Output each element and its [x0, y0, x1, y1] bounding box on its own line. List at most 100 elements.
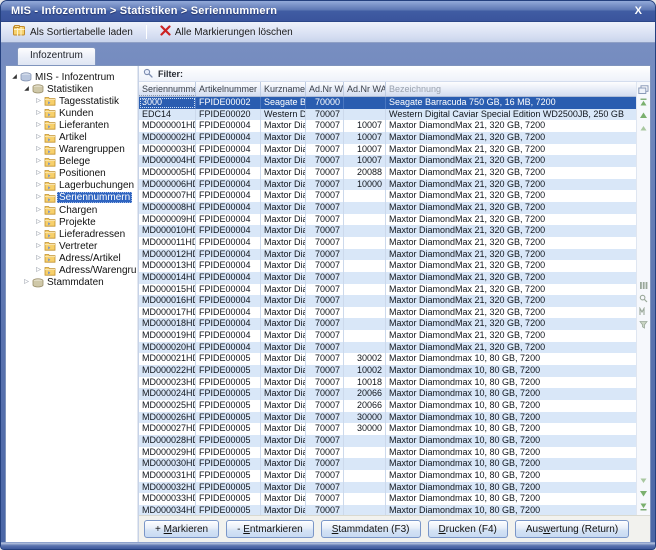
- collapse-icon[interactable]: ◢: [22, 85, 31, 94]
- tree-item-lieferadressen[interactable]: ▷Lieferadressen: [8, 228, 137, 240]
- mark-rows-icon[interactable]: [638, 306, 649, 317]
- footer-button-markieren[interactable]: + Markieren: [144, 520, 219, 538]
- tree-item-stammdaten[interactable]: ▷Stammdaten: [8, 277, 137, 289]
- table-row[interactable]: MD000032HDFPIDE00005Maxtor Dia70007Maxto…: [139, 482, 636, 494]
- expand-icon[interactable]: ▷: [34, 133, 43, 142]
- filter-bar[interactable]: Filter:: [139, 66, 650, 82]
- table-row[interactable]: MD000020HDFPIDE00004Maxtor Dia70007Maxto…: [139, 342, 636, 354]
- scroll-up-icon[interactable]: [638, 110, 649, 121]
- expand-icon[interactable]: ▷: [34, 206, 43, 215]
- table-row[interactable]: MD000019HDFPIDE00004Maxtor Dia70007Maxto…: [139, 330, 636, 342]
- tree-item-warengruppen[interactable]: ▷Warengruppen: [8, 144, 137, 156]
- expand-icon[interactable]: ▷: [34, 218, 43, 227]
- table-row[interactable]: MD000017HDFPIDE00004Maxtor Dia70007Maxto…: [139, 307, 636, 319]
- table-row[interactable]: MD000029HDFPIDE00005Maxtor Dia70007Maxto…: [139, 447, 636, 459]
- table-row[interactable]: MD000028HDFPIDE00005Maxtor Dia70007Maxto…: [139, 435, 636, 447]
- table-row[interactable]: MD000018HDFPIDE00004Maxtor Dia70007Maxto…: [139, 318, 636, 330]
- expand-icon[interactable]: ▷: [34, 254, 43, 263]
- table-row[interactable]: MD000025HDFPIDE00005Maxtor Dia7000720066…: [139, 400, 636, 412]
- tree-item-positionen[interactable]: ▷Positionen: [8, 168, 137, 180]
- load-sort-table-button[interactable]: Als Sortiertabelle laden: [7, 23, 139, 41]
- table-row[interactable]: MD000027HDFPIDE00005Maxtor Dia7000730000…: [139, 423, 636, 435]
- tree-item-seriennummern[interactable]: ▷Seriennummern: [8, 192, 137, 204]
- expand-icon[interactable]: ▷: [34, 242, 43, 251]
- table-row[interactable]: MD000021HDFPIDE00005Maxtor Dia7000730002…: [139, 353, 636, 365]
- tree-item-lieferanten[interactable]: ▷Lieferanten: [8, 119, 137, 131]
- scroll-to-top-icon[interactable]: [638, 97, 649, 108]
- table-row[interactable]: MD000011HDFPIDE00004Maxtor Dia70007Maxto…: [139, 237, 636, 249]
- expand-icon[interactable]: ▷: [34, 230, 43, 239]
- table-row[interactable]: MD000024HDFPIDE00005Maxtor Dia7000720066…: [139, 388, 636, 400]
- table-row[interactable]: MD000031HDFPIDE00005Maxtor Dia70007Maxto…: [139, 470, 636, 482]
- tree-item-mis-infozentrum[interactable]: ◢MIS - Infozentrum: [8, 71, 137, 83]
- table-row[interactable]: MD000002HDFPIDE00004Maxtor Dia7000710007…: [139, 132, 636, 144]
- table-row[interactable]: 3000FPIDE00002Seagate Ba70000Seagate Bar…: [139, 97, 636, 109]
- table-row[interactable]: MD000013HDFPIDE00004Maxtor Dia70007Maxto…: [139, 260, 636, 272]
- tree-item-adress-warengruppen[interactable]: ▷Adress/Warengruppen: [8, 265, 137, 277]
- expand-icon[interactable]: ▷: [34, 266, 43, 275]
- tab-infozentrum[interactable]: Infozentrum: [17, 47, 96, 65]
- filter-funnel-icon[interactable]: [638, 319, 649, 330]
- tree-item-lagerbuchungen[interactable]: ▷Lagerbuchungen: [8, 180, 137, 192]
- column-header-seriennummer[interactable]: Seriennummer▼: [139, 82, 196, 96]
- table-row[interactable]: MD000034HDFPIDE00005Maxtor Dia70007Maxto…: [139, 505, 636, 515]
- table-row[interactable]: MD000008HDFPIDE00004Maxtor Dia70007Maxto…: [139, 202, 636, 214]
- search-icon[interactable]: [638, 293, 649, 304]
- clear-marks-button[interactable]: Alle Markierungen löschen: [154, 23, 299, 41]
- columns-icon[interactable]: [638, 280, 649, 291]
- footer-button-drucken-f4[interactable]: Drucken (F4): [428, 520, 508, 538]
- page-up-icon[interactable]: [638, 123, 649, 134]
- column-header-kurzname[interactable]: Kurzname: [261, 82, 306, 96]
- table-row[interactable]: MD000014HDFPIDE00004Maxtor Dia70007Maxto…: [139, 272, 636, 284]
- expand-icon[interactable]: ▷: [34, 181, 43, 190]
- table-row[interactable]: MD000009HDFPIDE00004Maxtor Dia70007Maxto…: [139, 214, 636, 226]
- table-row[interactable]: MD000006HDFPIDE00004Maxtor Dia7000710000…: [139, 179, 636, 191]
- column-header-bezeichnung[interactable]: Bezeichnung: [386, 82, 636, 96]
- tree-item-adress-artikel[interactable]: ▷Adress/Artikel: [8, 252, 137, 264]
- expand-icon[interactable]: ▷: [34, 169, 43, 178]
- table-row[interactable]: MD000033HDFPIDE00005Maxtor Dia70007Maxto…: [139, 493, 636, 505]
- table-row[interactable]: MD000026HDFPIDE00005Maxtor Dia7000730000…: [139, 412, 636, 424]
- table-row[interactable]: MD000022HDFPIDE00005Maxtor Dia7000710002…: [139, 365, 636, 377]
- tree-item-statistiken[interactable]: ◢Statistiken: [8, 83, 137, 95]
- expand-icon[interactable]: ▷: [34, 193, 43, 202]
- tree-item-artikel[interactable]: ▷Artikel: [8, 131, 137, 143]
- tree-item-chargen[interactable]: ▷Chargen: [8, 204, 137, 216]
- expand-icon[interactable]: ▷: [34, 121, 43, 130]
- table-row[interactable]: EDC14FPIDE00020Western Di70007Western Di…: [139, 109, 636, 121]
- expand-icon[interactable]: ▷: [34, 145, 43, 154]
- tree-item-tagesstatistik[interactable]: ▷Tagesstatistik: [8, 95, 137, 107]
- cell-seriennummer: MD000016HD: [139, 295, 196, 307]
- table-row[interactable]: MD000023HDFPIDE00005Maxtor Dia7000710018…: [139, 377, 636, 389]
- tree-item-vertreter[interactable]: ▷Vertreter: [8, 240, 137, 252]
- scroll-to-bottom-icon[interactable]: [638, 501, 649, 512]
- table-row[interactable]: MD000012HDFPIDE00004Maxtor Dia70007Maxto…: [139, 249, 636, 261]
- tree-item-kunden[interactable]: ▷Kunden: [8, 107, 137, 119]
- table-row[interactable]: MD000030HDFPIDE00005Maxtor Dia70007Maxto…: [139, 458, 636, 470]
- close-button[interactable]: X: [632, 5, 645, 17]
- table-row[interactable]: MD000015HDFPIDE00004Maxtor Dia70007Maxto…: [139, 284, 636, 296]
- expand-icon[interactable]: ▷: [34, 109, 43, 118]
- table-row[interactable]: MD000010HDFPIDE00004Maxtor Dia70007Maxto…: [139, 225, 636, 237]
- footer-button-auswertung-return[interactable]: Auswertung (Return): [515, 520, 629, 538]
- column-header-ad-nr-we[interactable]: Ad.Nr WE: [306, 82, 344, 96]
- tree-item-projekte[interactable]: ▷Projekte: [8, 216, 137, 228]
- footer-button-entmarkieren[interactable]: - Entmarkieren: [226, 520, 314, 538]
- table-row[interactable]: MD000005HDFPIDE00004Maxtor Dia7000720088…: [139, 167, 636, 179]
- footer-button-stammdaten-f3[interactable]: Stammdaten (F3): [321, 520, 421, 538]
- table-row[interactable]: MD000003HDFPIDE00004Maxtor Dia7000710007…: [139, 144, 636, 156]
- page-down-icon[interactable]: [638, 475, 649, 486]
- expand-icon[interactable]: ▷: [34, 97, 43, 106]
- scroll-down-icon[interactable]: [638, 488, 649, 499]
- table-row[interactable]: MD000007HDFPIDE00004Maxtor Dia70007Maxto…: [139, 190, 636, 202]
- column-header-ad-nr-wa[interactable]: Ad.Nr WA: [344, 82, 386, 96]
- expand-icon[interactable]: ▷: [34, 157, 43, 166]
- expand-icon[interactable]: ▷: [22, 278, 31, 287]
- table-row[interactable]: MD000016HDFPIDE00004Maxtor Dia70007Maxto…: [139, 295, 636, 307]
- column-chooser-icon[interactable]: [638, 84, 649, 95]
- column-header-artikelnummer[interactable]: Artikelnummer: [196, 82, 261, 96]
- table-row[interactable]: MD000001HDFPIDE00004Maxtor Dia7000710007…: [139, 120, 636, 132]
- collapse-icon[interactable]: ◢: [10, 73, 19, 82]
- tree-item-belege[interactable]: ▷Belege: [8, 156, 137, 168]
- table-row[interactable]: MD000004HDFPIDE00004Maxtor Dia7000710007…: [139, 155, 636, 167]
